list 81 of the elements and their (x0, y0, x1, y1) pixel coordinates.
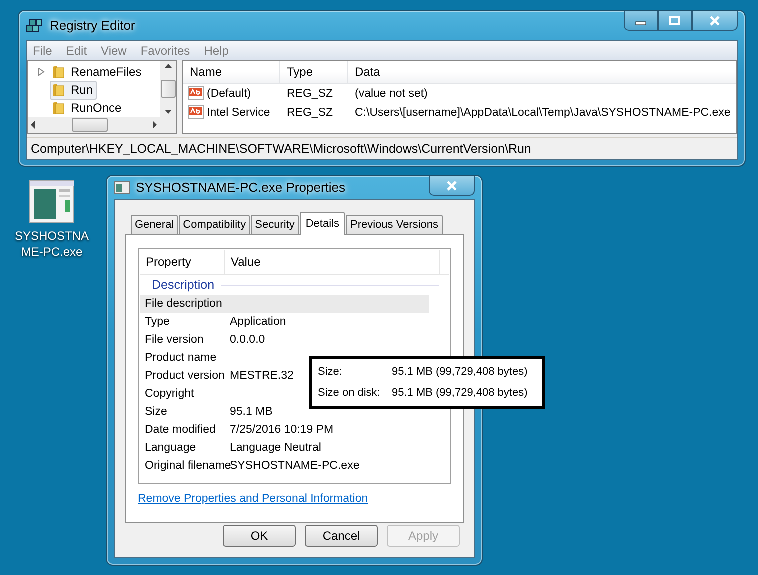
property-row[interactable]: File version 0.0.0.0 (140, 331, 429, 349)
string-value-icon (188, 105, 205, 120)
menu-item[interactable]: File (33, 44, 52, 58)
property-name: Product version (145, 370, 226, 382)
value-name: Intel Service (207, 106, 270, 118)
dialog-button[interactable]: OK (223, 525, 296, 547)
property-name: Product name (145, 352, 218, 364)
cubes-icon (26, 18, 44, 34)
property-name: Original filename (145, 460, 230, 472)
icon-label[interactable]: SYSHOSTNA ME-PC.exe (15, 228, 90, 260)
property-value: Language Neutral (230, 442, 322, 454)
property-name: File description (145, 298, 224, 310)
folder-icon (52, 83, 65, 97)
tab[interactable]: Details (300, 212, 346, 235)
maximize-button[interactable] (658, 11, 692, 31)
dialog-button[interactable]: Cancel (305, 525, 378, 547)
size-label: Size: (318, 366, 344, 378)
menu-item[interactable]: Favorites (140, 44, 190, 58)
status-bar: Computer\HKEY_LOCAL_MACHINE\SOFTWARE\Microsoft\Windows\CurrentVersion\Run (27, 137, 737, 159)
close-button[interactable] (692, 11, 738, 31)
tab[interactable]: Previous Versions (346, 215, 443, 234)
property-name: File version (145, 334, 205, 346)
value-type: REG_SZ (286, 88, 334, 100)
window-title: SYSHOSTNAME-PC.exe Properties (136, 180, 346, 195)
window-icon (114, 181, 130, 194)
remove-properties-link[interactable]: Remove Properties and Personal Information (138, 493, 368, 505)
property-name: Date modified (145, 424, 217, 436)
property-value: 7/25/2016 10:19 PM (230, 424, 334, 436)
property-value: SYSHOSTNAME-PC.exe (230, 460, 360, 472)
property-value: MESTRE.32 (230, 370, 294, 382)
application-icon[interactable] (29, 180, 75, 224)
tree-item[interactable]: Run (50, 80, 98, 100)
property-value: Application (230, 316, 286, 328)
size-label: Size on disk: (318, 386, 382, 399)
group-heading: Description (152, 278, 215, 292)
property-row[interactable]: File description (140, 295, 429, 313)
size-value: 95.1 MB (99,729,408 bytes) (392, 366, 528, 378)
property-row[interactable]: Size 95.1 MB (140, 403, 429, 421)
column-header[interactable]: Data (348, 61, 736, 83)
tree-item[interactable]: RenameFiles (50, 62, 146, 82)
tab[interactable]: Compatibility (179, 215, 250, 234)
tree-row[interactable]: Run (28, 81, 160, 99)
value-data: (value not set) (354, 88, 429, 100)
close-button[interactable] (429, 176, 475, 196)
close-icon (709, 16, 721, 26)
tab[interactable]: Security (251, 215, 299, 234)
right-arrow-icon (150, 118, 160, 132)
window-title: Registry Editor (50, 18, 136, 33)
maximize-icon (669, 16, 681, 26)
value-data: C:\Users\[username]\AppData\Local\Temp\Java\SYSHOSTNAME-PC.exe (354, 106, 732, 118)
string-value-icon (188, 86, 205, 101)
scrollbar[interactable] (160, 61, 176, 117)
tree-row[interactable]: RenameFiles (28, 63, 160, 81)
menu-item[interactable]: Edit (66, 44, 88, 58)
column-header[interactable]: Property (140, 250, 225, 274)
property-name: Size (145, 406, 168, 418)
property-name: Type (145, 316, 171, 328)
property-value: 0.0.0.0 (230, 334, 266, 346)
size-value: 95.1 MB (99,729,408 bytes) (392, 386, 528, 399)
value-type: REG_SZ (286, 106, 334, 118)
tree-item[interactable]: RunOnce (50, 98, 126, 117)
property-row[interactable]: Type Application (140, 313, 429, 331)
tree-row[interactable]: RunOnce (28, 99, 160, 117)
folder-icon (52, 65, 65, 79)
column-header[interactable]: Name (183, 61, 280, 83)
property-row[interactable]: Original filenameSYSHOSTNAME-PC.exe (140, 457, 429, 475)
column-header[interactable]: Value (225, 250, 440, 274)
scrollbar[interactable] (28, 117, 176, 133)
close-icon (446, 180, 458, 190)
column-header[interactable]: Type (280, 61, 348, 83)
folder-icon (52, 101, 65, 115)
tab[interactable]: General (131, 215, 178, 234)
minimize-button[interactable] (624, 11, 658, 31)
property-name: Language (145, 442, 198, 454)
value-name: (Default) (207, 88, 252, 100)
property-row[interactable]: Language Language Neutral (140, 439, 429, 457)
property-row[interactable]: Date modified 7/25/2016 10:19 PM (140, 421, 429, 439)
menu-item[interactable]: View (101, 44, 127, 58)
property-value: 95.1 MB (230, 406, 273, 418)
menu-item[interactable]: Help (204, 44, 229, 58)
expand-icon[interactable] (38, 68, 45, 76)
